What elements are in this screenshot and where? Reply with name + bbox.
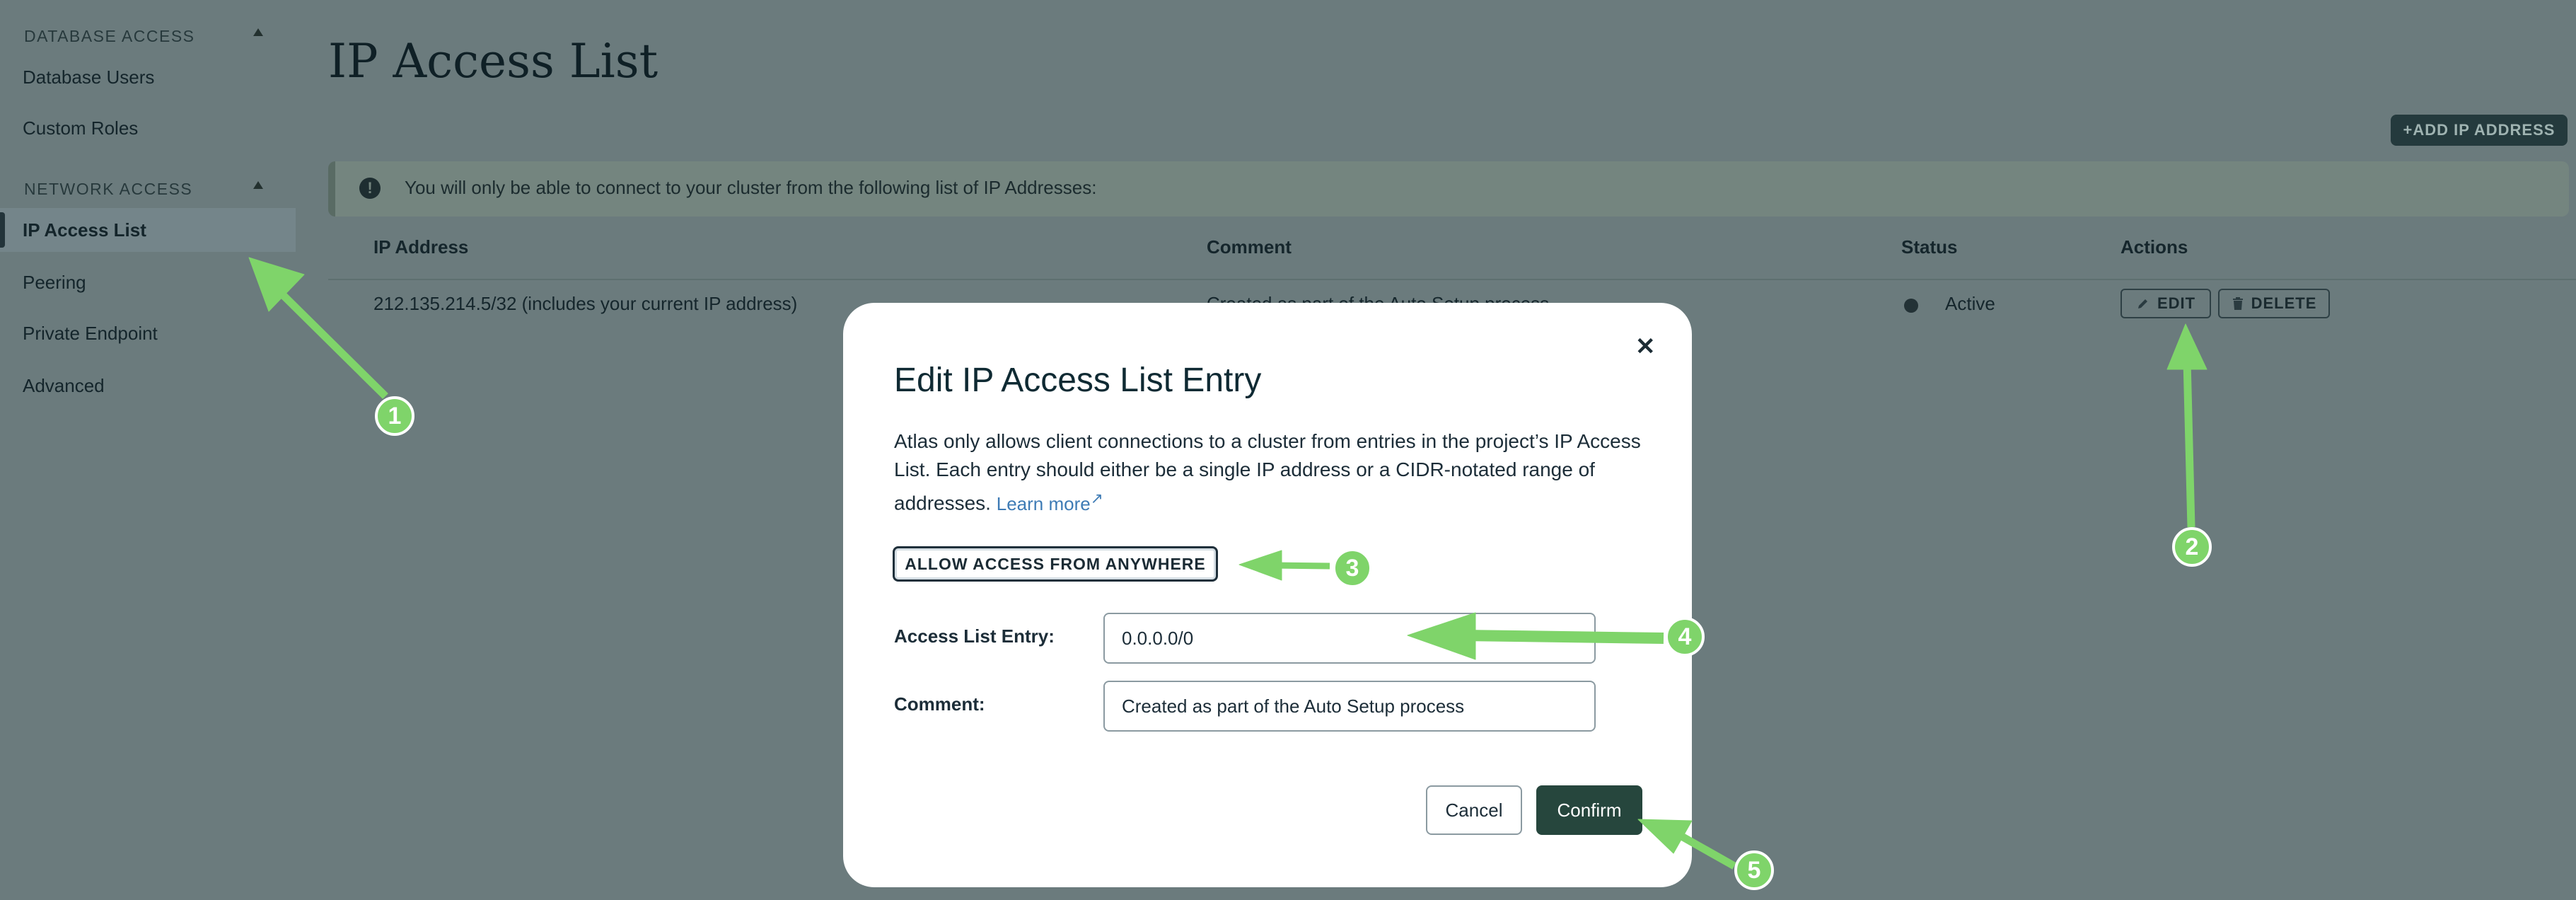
callout-1: 1 [375, 396, 414, 436]
annotation-arrows [248, 257, 2207, 870]
callout-5: 5 [1734, 850, 1774, 890]
arrow-5-icon [1677, 831, 1736, 870]
callout-2: 2 [2172, 527, 2212, 567]
callout-4: 4 [1665, 617, 1705, 657]
arrow-3-head-icon [1238, 550, 1282, 581]
callout-3: 3 [1333, 548, 1372, 588]
arrow-4-head-icon [1407, 612, 1476, 660]
arrow-2-icon [2183, 360, 2195, 528]
arrow-1-icon [272, 284, 388, 399]
arrow-4-icon [1462, 630, 1664, 644]
arrow-2-head-icon [2166, 323, 2207, 370]
